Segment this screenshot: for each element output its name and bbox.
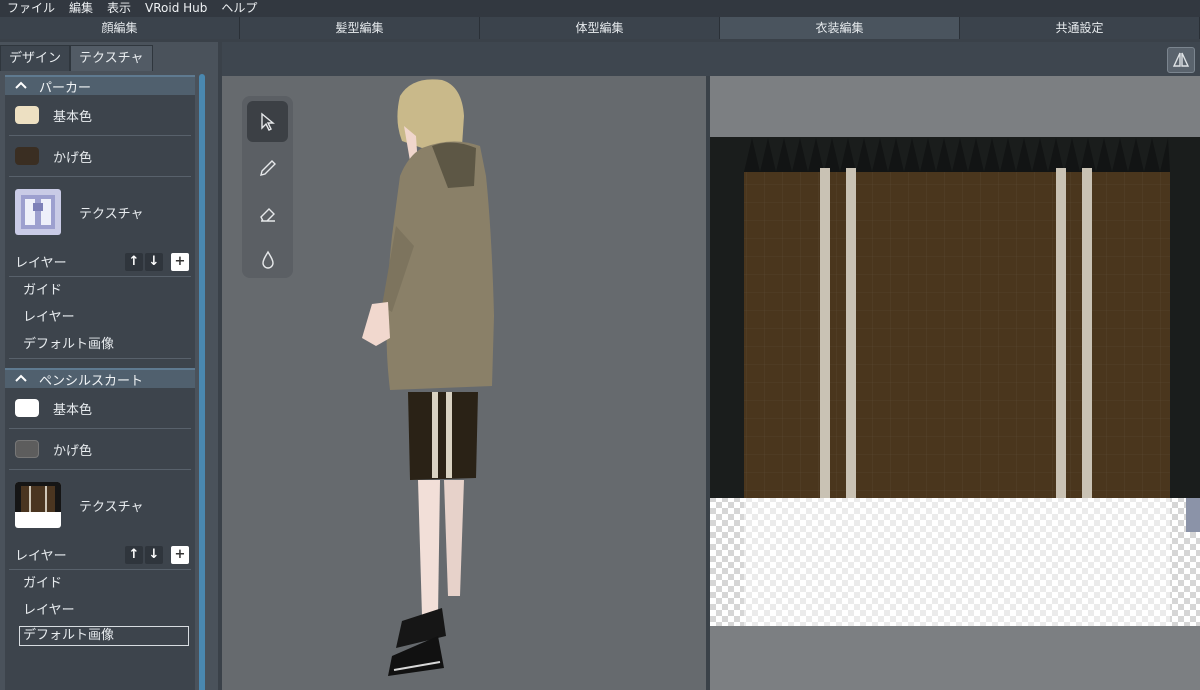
eraser-icon[interactable]	[247, 193, 288, 234]
tab-outfit[interactable]: 衣装編集	[720, 17, 960, 39]
list-item-guide[interactable]: ガイド	[9, 570, 191, 597]
tab-design[interactable]: デザイン	[0, 45, 71, 71]
shade-color-label: かげ色	[53, 443, 93, 459]
menu-bar: ファイル 編集 表示 VRoid Hub ヘルプ	[0, 0, 1200, 17]
arrow-down-icon[interactable]: ↓	[145, 252, 163, 271]
menu-view[interactable]: 表示	[100, 0, 138, 17]
left-panel: デザイン テクスチャ パーカー 基本色 かげ色 テクスチャ レイヤー ↑ ↓ +…	[0, 42, 218, 690]
section-header-parka[interactable]: パーカー	[5, 75, 195, 96]
texture-row[interactable]: テクスチャ	[9, 177, 191, 247]
menu-file[interactable]: ファイル	[0, 0, 62, 17]
texture-label: テクスチャ	[79, 206, 144, 222]
texture-thumbnail[interactable]	[15, 189, 61, 235]
menu-edit[interactable]: 編集	[62, 0, 100, 17]
drop-icon[interactable]	[247, 239, 288, 280]
texture-viewport[interactable]	[710, 76, 1200, 690]
pen-icon[interactable]	[247, 147, 288, 188]
viewport-toolbar	[222, 42, 1200, 76]
mode-tabs: 顔編集 髪型編集 体型編集 衣装編集 共通設定	[0, 17, 1200, 39]
base-color-label: 基本色	[53, 109, 93, 125]
base-color-row[interactable]: 基本色	[9, 95, 191, 136]
list-item-layer[interactable]: レイヤー	[9, 597, 191, 624]
plus-icon[interactable]: +	[171, 252, 189, 271]
list-item-default-image[interactable]: デフォルト画像	[9, 331, 191, 358]
tab-texture[interactable]: テクスチャ	[70, 45, 153, 71]
layer-label: レイヤー	[15, 549, 67, 564]
layer-label: レイヤー	[15, 256, 67, 271]
chevron-up-icon[interactable]	[15, 372, 31, 386]
tab-face[interactable]: 顔編集	[0, 17, 240, 39]
base-color-row[interactable]: 基本色	[9, 388, 191, 429]
shade-color-label: かげ色	[53, 150, 93, 166]
tab-body[interactable]: 体型編集	[480, 17, 720, 39]
base-color-label: 基本色	[53, 402, 93, 418]
subtabs: デザイン テクスチャ	[0, 45, 153, 71]
arrow-up-icon[interactable]: ↑	[125, 252, 143, 271]
tab-hair[interactable]: 髪型編集	[240, 17, 480, 39]
base-color-swatch[interactable]	[15, 106, 39, 124]
mirror-icon[interactable]	[1167, 47, 1195, 73]
scrollbar[interactable]	[199, 74, 205, 690]
menu-vroid-hub[interactable]: VRoid Hub	[138, 0, 214, 17]
shade-color-row[interactable]: かげ色	[9, 136, 191, 177]
tab-common-settings[interactable]: 共通設定	[960, 17, 1200, 39]
shade-color-swatch[interactable]	[15, 440, 39, 458]
texture-thumbnail[interactable]	[15, 482, 61, 528]
layer-header: レイヤー ↑ ↓ +	[9, 540, 191, 570]
list-item-guide[interactable]: ガイド	[9, 277, 191, 304]
shade-color-row[interactable]: かげ色	[9, 429, 191, 470]
arrow-down-icon[interactable]: ↓	[145, 545, 163, 564]
plus-icon[interactable]: +	[171, 545, 189, 564]
base-color-swatch[interactable]	[15, 399, 39, 417]
list-item-default-image[interactable]: デフォルト画像	[19, 626, 189, 646]
section-title: パーカー	[39, 80, 92, 96]
property-list: パーカー 基本色 かげ色 テクスチャ レイヤー ↑ ↓ + ガイド レイヤー デ…	[5, 75, 195, 690]
chevron-up-icon[interactable]	[15, 79, 31, 93]
section-title: ペンシルスカート	[39, 373, 144, 389]
arrow-up-icon[interactable]: ↑	[125, 545, 143, 564]
shade-color-swatch[interactable]	[15, 147, 39, 165]
tool-palette	[242, 96, 293, 278]
character-model	[362, 79, 494, 676]
texture-canvas[interactable]	[710, 76, 1200, 690]
model-viewport[interactable]	[222, 76, 706, 690]
cursor-icon[interactable]	[247, 101, 288, 142]
layer-header: レイヤー ↑ ↓ +	[9, 247, 191, 277]
divider	[9, 358, 191, 368]
menu-help[interactable]: ヘルプ	[214, 0, 264, 17]
section-header-pencil-skirt[interactable]: ペンシルスカート	[5, 368, 195, 389]
list-item-layer[interactable]: レイヤー	[9, 304, 191, 331]
texture-row[interactable]: テクスチャ	[9, 470, 191, 540]
texture-label: テクスチャ	[79, 499, 144, 515]
